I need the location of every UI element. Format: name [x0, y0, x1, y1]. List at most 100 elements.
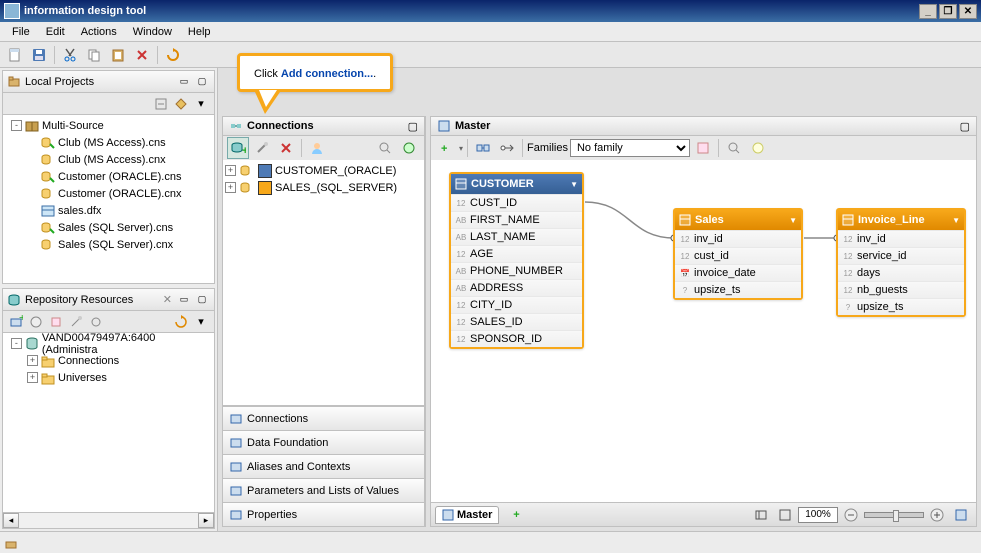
chevron-down-icon[interactable]: ▼ [570, 180, 578, 189]
column-row[interactable]: 12service_id [838, 247, 964, 264]
scroll-right-button[interactable]: ▸ [198, 513, 214, 528]
expander-icon[interactable]: - [11, 120, 22, 131]
conn-user-button[interactable] [306, 137, 328, 159]
detect-join-button[interactable] [472, 137, 494, 159]
view-tab-close-icon[interactable]: ✕ [163, 293, 172, 306]
section-tab[interactable]: Aliases and Contexts [223, 454, 424, 478]
entity-sales[interactable]: Sales▼12inv_id12cust_id📅invoice_date?ups… [673, 208, 803, 300]
tree-item[interactable]: Customer (ORACLE).cns [5, 168, 212, 185]
zoom-reset-button[interactable] [774, 504, 796, 526]
repo-action4-button[interactable] [67, 313, 85, 331]
column-row[interactable]: ?upsize_ts [838, 298, 964, 315]
connection-item[interactable]: +SALES_(SQL_SERVER) [225, 179, 422, 196]
connections-list[interactable]: +CUSTOMER_(ORACLE)+SALES_(SQL_SERVER) [222, 160, 425, 406]
delete-connection-button[interactable] [275, 137, 297, 159]
scroll-left-button[interactable]: ◂ [3, 513, 19, 528]
view-menu-button[interactable]: ▾ [192, 95, 210, 113]
save-button[interactable] [28, 44, 50, 66]
zoom-out-button[interactable] [840, 504, 862, 526]
entity-customer[interactable]: CUSTOMER▼12CUST_IDABFIRST_NAMEABLAST_NAM… [449, 172, 584, 349]
column-row[interactable]: ABPHONE_NUMBER [451, 262, 582, 279]
expander-icon[interactable]: + [225, 165, 236, 176]
panel-minimize-icon[interactable]: ▭ [176, 74, 192, 90]
repo-action5-button[interactable] [87, 313, 105, 331]
connections-maximize-icon[interactable]: ▢ [408, 120, 418, 133]
column-row[interactable]: 12cust_id [675, 247, 801, 264]
column-row[interactable]: 📅invoice_date [675, 264, 801, 281]
edit-connection-button[interactable] [251, 137, 273, 159]
maximize-button[interactable]: ❐ [939, 4, 957, 19]
delete-button[interactable] [131, 44, 153, 66]
expander-icon[interactable]: + [27, 372, 38, 383]
entity-invoice_line[interactable]: Invoice_Line▼12inv_id12service_id12days1… [836, 208, 966, 317]
overview-button[interactable] [950, 504, 972, 526]
zoom-slider[interactable] [864, 512, 924, 518]
section-tab[interactable]: Parameters and Lists of Values [223, 478, 424, 502]
horizontal-scrollbar[interactable]: ◂ ▸ [3, 512, 214, 528]
add-connection-button[interactable]: + [227, 137, 249, 159]
entity-header[interactable]: Invoice_Line▼ [838, 210, 964, 230]
column-row[interactable]: ABADDRESS [451, 279, 582, 296]
insert-button[interactable]: + [435, 137, 457, 159]
fit-window-button[interactable] [750, 504, 772, 526]
master-tab[interactable]: Master [435, 506, 499, 524]
column-row[interactable]: ?upsize_ts [675, 281, 801, 298]
panel-minimize-icon[interactable]: ▭ [176, 292, 192, 308]
column-row[interactable]: 12inv_id [675, 230, 801, 247]
chevron-down-icon[interactable]: ▼ [952, 216, 960, 225]
tree-item[interactable]: Sales (SQL Server).cns [5, 219, 212, 236]
repository-tree[interactable]: -VAND00479497A:6400 (Administra+Connecti… [3, 333, 214, 512]
column-row[interactable]: ABLAST_NAME [451, 228, 582, 245]
column-row[interactable]: 12nb_guests [838, 281, 964, 298]
connection-item[interactable]: +CUSTOMER_(ORACLE) [225, 162, 422, 179]
tree-item[interactable]: Customer (ORACLE).cnx [5, 185, 212, 202]
tree-item[interactable]: -VAND00479497A:6400 (Administra [5, 335, 212, 352]
section-tab[interactable]: Data Foundation [223, 430, 424, 454]
repo-refresh-button[interactable] [172, 313, 190, 331]
repo-action3-button[interactable] [47, 313, 65, 331]
column-row[interactable]: 12SPONSOR_ID [451, 330, 582, 347]
repo-menu-button[interactable]: ▾ [192, 313, 210, 331]
repo-action2-button[interactable] [27, 313, 45, 331]
zoom-in-button[interactable] [926, 504, 948, 526]
close-button[interactable]: ✕ [959, 4, 977, 19]
menu-file[interactable]: File [4, 24, 38, 40]
paste-button[interactable] [107, 44, 129, 66]
column-row[interactable]: 12days [838, 264, 964, 281]
tree-item[interactable]: Club (MS Access).cns [5, 134, 212, 151]
master-maximize-icon[interactable]: ▢ [960, 120, 970, 133]
expander-icon[interactable]: + [27, 355, 38, 366]
menu-help[interactable]: Help [180, 24, 219, 40]
column-row[interactable]: 12inv_id [838, 230, 964, 247]
minimize-button[interactable]: _ [919, 4, 937, 19]
chevron-down-icon[interactable]: ▼ [789, 216, 797, 225]
menu-edit[interactable]: Edit [38, 24, 73, 40]
families-edit-button[interactable] [692, 137, 714, 159]
refresh-button[interactable] [162, 44, 184, 66]
conn-search-button[interactable] [374, 137, 396, 159]
cut-button[interactable] [59, 44, 81, 66]
add-session-button[interactable]: + [7, 313, 25, 331]
column-row[interactable]: 12CUST_ID [451, 194, 582, 211]
tree-item[interactable]: Club (MS Access).cnx [5, 151, 212, 168]
expander-icon[interactable]: + [225, 182, 236, 193]
tree-item[interactable]: Sales (SQL Server).cnx [5, 236, 212, 253]
menu-window[interactable]: Window [125, 24, 180, 40]
entity-header[interactable]: Sales▼ [675, 210, 801, 230]
panel-maximize-icon[interactable]: ▢ [194, 74, 210, 90]
section-tab[interactable]: Connections [223, 406, 424, 430]
link-editor-button[interactable] [172, 95, 190, 113]
families-select[interactable]: No family [570, 139, 690, 157]
menu-actions[interactable]: Actions [73, 24, 125, 40]
tree-item[interactable]: +Universes [5, 369, 212, 386]
copy-button[interactable] [83, 44, 105, 66]
collapse-all-button[interactable] [152, 95, 170, 113]
conn-test-button[interactable] [398, 137, 420, 159]
column-row[interactable]: 12SALES_ID [451, 313, 582, 330]
display-options-button[interactable] [747, 137, 769, 159]
local-projects-tree[interactable]: -Multi-SourceClub (MS Access).cnsClub (M… [3, 115, 214, 283]
detect-cardinality-button[interactable] [496, 137, 518, 159]
tree-item[interactable]: sales.dfx [5, 202, 212, 219]
tree-item[interactable]: -Multi-Source [5, 117, 212, 134]
column-row[interactable]: 12AGE [451, 245, 582, 262]
